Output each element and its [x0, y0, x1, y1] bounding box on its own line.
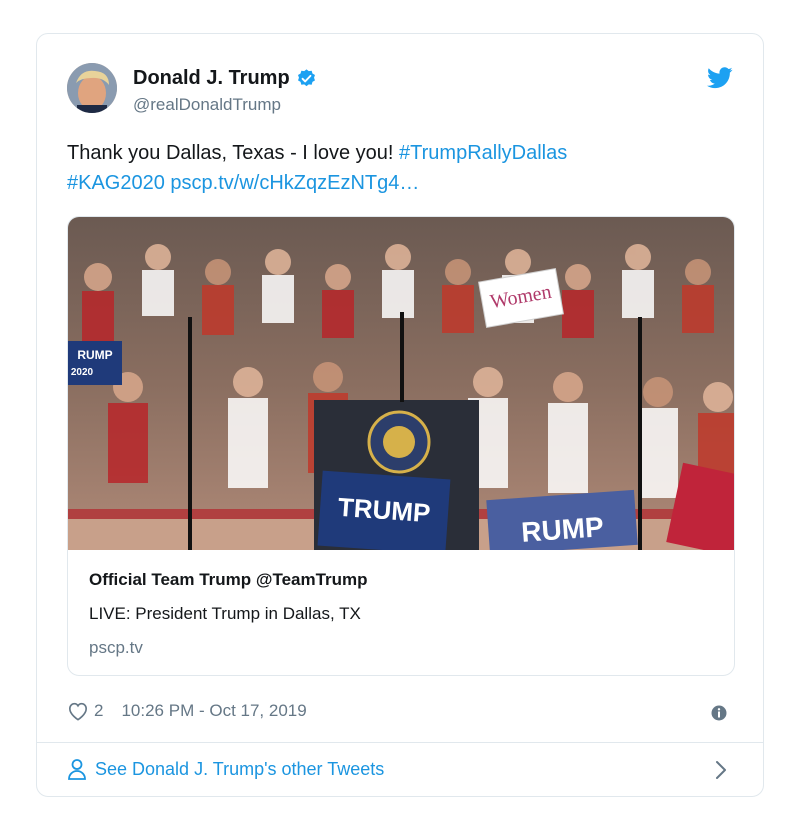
see-other-tweets-label[interactable]: See Donald J. Trump's other Tweets	[95, 759, 384, 780]
twitter-bird-icon[interactable]	[707, 67, 733, 89]
tweet-body: Thank you Dallas, Texas - I love you!	[67, 142, 394, 164]
avatar[interactable]	[67, 63, 117, 113]
see-other-tweets-link[interactable]: See Donald J. Trump's other Tweets	[67, 758, 384, 780]
sign-year-small-text: 2020	[71, 367, 94, 378]
timestamp-link[interactable]: 10:26 PM - Oct 17, 2019	[121, 701, 306, 721]
hashtag-link[interactable]: #KAG2020	[67, 172, 165, 194]
tweet-meta: 2 10:26 PM - Oct 17, 2019	[67, 701, 307, 721]
author-name[interactable]: Donald J. Trump	[133, 67, 290, 90]
verified-badge-icon	[297, 69, 315, 87]
sign-rump-text: RUMP	[77, 348, 112, 362]
link-card[interactable]: Women RUMP 2020 TRUMP RUMP Official Team…	[67, 216, 735, 676]
tweet-text: Thank you Dallas, Texas - I love you! #T…	[67, 138, 727, 198]
card-title[interactable]: Official Team Trump @TeamTrump	[89, 570, 368, 590]
tweet-url-link[interactable]: pscp.tv/w/cHkZqzEzNTg4…	[170, 172, 419, 194]
card-description: LIVE: President Trump in Dallas, TX	[89, 604, 361, 623]
card-domain: pscp.tv	[89, 638, 143, 657]
card-image[interactable]: Women RUMP 2020 TRUMP RUMP	[68, 217, 735, 550]
divider	[37, 742, 763, 743]
hashtag-link[interactable]: #TrumpRallyDallas	[399, 142, 567, 164]
author-name-row[interactable]: Donald J. Trump	[133, 67, 317, 90]
sign-rump-text: RUMP	[520, 511, 604, 548]
heart-icon[interactable]	[67, 701, 89, 721]
person-icon	[68, 759, 86, 780]
info-icon[interactable]	[711, 705, 727, 721]
author-handle[interactable]: @realDonaldTrump	[133, 95, 281, 115]
embedded-tweet: Donald J. Trump @realDonaldTrump Thank y…	[36, 33, 764, 797]
chevron-right-icon[interactable]	[715, 760, 727, 780]
like-count[interactable]: 2	[94, 701, 103, 721]
